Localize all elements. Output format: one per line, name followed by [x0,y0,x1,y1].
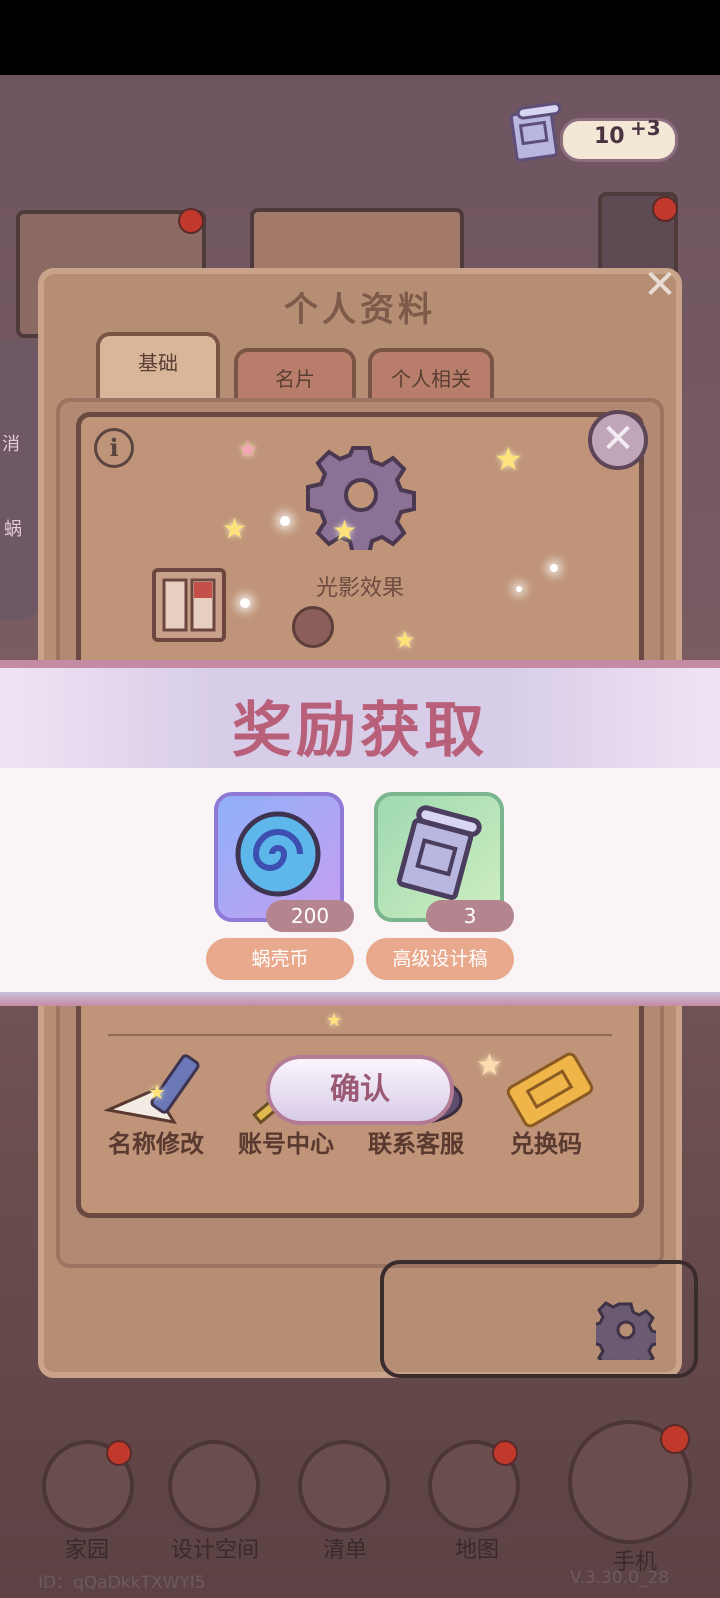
panel-title: 个人资料 [284,290,436,330]
side-label: 消 [2,434,20,455]
divider [108,1034,612,1036]
reward-banner-body [0,768,720,992]
notification-dot [660,1424,690,1454]
reward-name: 高级设计稿 [366,938,514,980]
ticket-icon [506,1052,594,1128]
nav-design-label: 设计空间 [170,1538,259,1563]
currency-value: 10 [594,124,625,149]
user-id: ID：qQaDkkTXWYI5 [38,1573,206,1593]
notification-dot [178,208,204,234]
reward-name: 蜗壳币 [206,938,354,980]
banner-border [0,992,720,1006]
sparkle-dot [280,516,290,526]
reward-count: 200 [266,900,354,932]
confirm-button[interactable]: 确认 [266,1055,454,1125]
nav-list-label: 清单 [322,1538,367,1563]
close-button[interactable]: ✕ [588,410,648,470]
currency-plus: +3 [630,116,661,140]
sparkle-dot [550,564,558,572]
speech-bubble-outline [380,1260,698,1378]
sparkle-dot [240,598,250,608]
redeem-code-button[interactable]: 兑换码 [486,1124,606,1159]
banner-border [0,660,720,668]
left-side-drawer[interactable]: 消 蜗 [0,340,40,620]
blueprint-scroll-icon [509,102,562,162]
sparkle-star: ★ [222,512,248,545]
light-effect-label: 光影效果 [315,576,404,601]
sparkle-star: ★ [394,626,416,654]
sparkle-star: ★ [476,1048,503,1083]
nav-design[interactable] [168,1440,260,1532]
nav-home-label: 家园 [64,1538,109,1563]
reward-count: 3 [426,900,514,932]
notification-dot [106,1440,132,1466]
light-effect-toggle[interactable] [292,606,334,648]
notification-dot [652,196,678,222]
reward-title: 奖励获取 [232,696,488,766]
side-label: 蜗 [4,519,22,540]
nav-map-label: 地图 [454,1538,499,1563]
sparkle-star: ★ [332,514,358,547]
sparkle-star: ★ [148,1080,166,1104]
rename-button[interactable]: 名称修改 [96,1124,216,1159]
close-icon[interactable]: ✕ [640,265,680,305]
sparkle-dot [516,586,522,592]
notification-dot [492,1440,518,1466]
account-center-button[interactable]: 账号中心 [226,1124,346,1159]
sparkle-star: ★ [326,1010,343,1031]
status-bar [0,0,720,75]
sparkle-star: ★ [494,440,523,478]
sparkle-star: ★ [238,438,258,463]
version-text: V.3.30.0_28 [570,1568,670,1588]
nav-list[interactable] [298,1440,390,1532]
tab-basic[interactable]: 基础 [96,332,220,398]
contact-support-button[interactable]: 联系客服 [356,1124,476,1159]
gear-icon [306,446,416,550]
info-icon[interactable]: i [94,428,134,468]
window-icon [152,568,226,642]
